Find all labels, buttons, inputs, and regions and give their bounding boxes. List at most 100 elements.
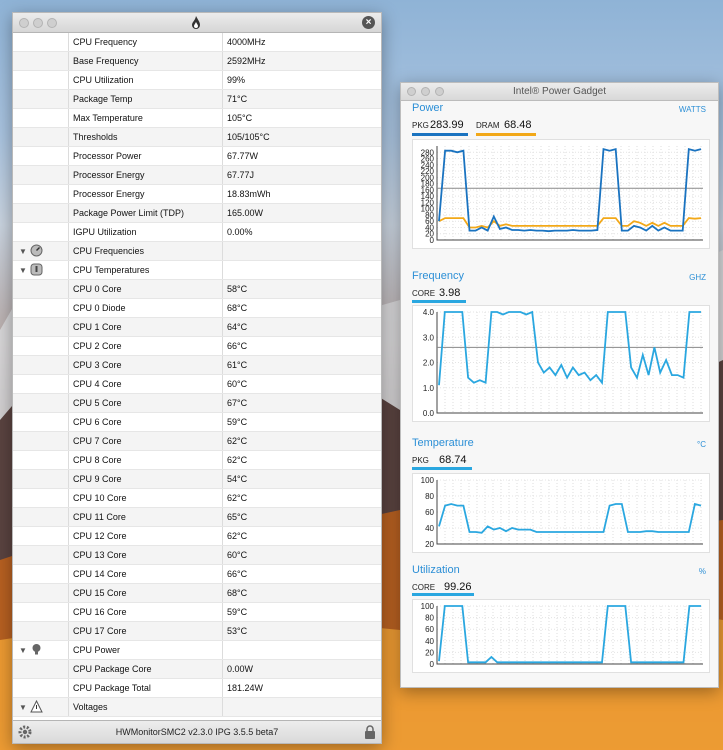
power-gadget-titlebar[interactable]: Intel® Power Gadget	[401, 83, 718, 101]
sensor-value: 68°C	[222, 584, 377, 602]
power-dram-label: DRAM	[476, 121, 500, 130]
sensor-name: Voltages	[73, 702, 108, 712]
utilization-chart: 100 80 60 40 20 0	[412, 599, 710, 673]
sensor-value: 59°C	[222, 603, 377, 621]
row-icon-cell	[13, 90, 69, 108]
row-icon-cell: ▼	[13, 261, 69, 279]
sensor-row[interactable]: IGPU Utilization 0.00%	[13, 223, 381, 242]
sensor-row[interactable]: Package Temp 71°C	[13, 90, 381, 109]
row-icon-cell	[13, 52, 69, 70]
sensor-value	[222, 641, 377, 659]
sensor-row[interactable]: CPU 0 Diode 68°C	[13, 299, 381, 318]
sensor-value	[222, 261, 377, 279]
sensor-row[interactable]: Processor Energy 18.83mWh	[13, 185, 381, 204]
sensor-row[interactable]: CPU 0 Core 58°C	[13, 280, 381, 299]
sensor-row[interactable]: Package Power Limit (TDP) 165.00W	[13, 204, 381, 223]
sensor-name: CPU 3 Core	[73, 360, 122, 370]
frequency-title: Frequency	[412, 270, 464, 282]
sensor-group-row[interactable]: ▼ CPU Temperatures	[13, 261, 381, 280]
sensor-group-row[interactable]: ▼ CPU Frequencies	[13, 242, 381, 261]
sensor-row[interactable]: CPU Utilization 99%	[13, 71, 381, 90]
temperature-underline	[412, 467, 472, 470]
disclosure-triangle-icon[interactable]: ▼	[19, 703, 27, 712]
warning-icon	[30, 699, 43, 713]
sensor-name: CPU Frequency	[73, 37, 138, 47]
sensor-row[interactable]: CPU Package Core 0.00W	[13, 660, 381, 679]
sensor-row[interactable]: CPU 14 Core 66°C	[13, 565, 381, 584]
y-tick-label: 0.0	[423, 409, 435, 418]
sensor-value: 2592MHz	[222, 52, 377, 70]
sensor-row[interactable]: CPU 3 Core 61°C	[13, 356, 381, 375]
temperature-unit: °C	[697, 440, 706, 449]
sensor-row[interactable]: CPU 6 Core 59°C	[13, 413, 381, 432]
row-icon-cell	[13, 451, 69, 469]
sensor-row[interactable]: CPU 5 Core 67°C	[13, 394, 381, 413]
zoom-traffic-light[interactable]	[47, 18, 57, 28]
sensor-value: 62°C	[222, 489, 377, 507]
sensor-name: Package Power Limit (TDP)	[73, 208, 185, 218]
close-icon[interactable]: ×	[362, 16, 375, 29]
sensor-row[interactable]: CPU 17 Core 53°C	[13, 622, 381, 641]
sensor-value: 59°C	[222, 413, 377, 431]
sensor-row[interactable]: Max Temperature 105°C	[13, 109, 381, 128]
disclosure-triangle-icon[interactable]: ▼	[19, 646, 27, 655]
sensor-row[interactable]: CPU 13 Core 60°C	[13, 546, 381, 565]
lock-icon[interactable]	[364, 725, 376, 739]
sensor-name: CPU 15 Core	[73, 588, 127, 598]
row-icon-cell	[13, 565, 69, 583]
utilization-core-value: 99.26	[444, 581, 472, 593]
sensor-row[interactable]: CPU 7 Core 62°C	[13, 432, 381, 451]
sensor-value: 62°C	[222, 451, 377, 469]
thermometer-icon	[30, 263, 43, 276]
power-title: Power	[412, 102, 444, 114]
sensor-row[interactable]: CPU 8 Core 62°C	[13, 451, 381, 470]
y-tick-label: 20	[425, 648, 434, 657]
utilization-underline	[412, 593, 474, 596]
disclosure-triangle-icon[interactable]: ▼	[19, 266, 27, 275]
sensor-row[interactable]: CPU 9 Core 54°C	[13, 470, 381, 489]
sensor-table: CPU Frequency 4000MHz Base Frequency 2592MH…	[13, 33, 381, 717]
sensor-row[interactable]: CPU 16 Core 59°C	[13, 603, 381, 622]
sensor-value: 18.83mWh	[222, 185, 377, 203]
sensor-row[interactable]: CPU 2 Core 66°C	[13, 337, 381, 356]
close-traffic-light[interactable]	[19, 18, 29, 28]
frequency-underline	[412, 300, 466, 303]
sensor-name: Package Temp	[73, 94, 133, 104]
sensor-name: CPU 12 Core	[73, 531, 127, 541]
sensor-value: 61°C	[222, 356, 377, 374]
y-tick-label: 0	[430, 660, 435, 669]
sensor-row[interactable]: CPU 10 Core 62°C	[13, 489, 381, 508]
dram-underline	[476, 133, 536, 136]
power-gadget-window: Intel® Power Gadget Power WATTS PKG 283.…	[400, 82, 719, 688]
sensor-row[interactable]: Processor Energy 67.77J	[13, 166, 381, 185]
sensor-value: 60°C	[222, 546, 377, 564]
row-icon-cell	[13, 375, 69, 393]
sensor-row[interactable]: CPU 12 Core 62°C	[13, 527, 381, 546]
sensor-value	[222, 698, 377, 716]
sensor-row[interactable]: Thresholds 105/105°C	[13, 128, 381, 147]
sensor-row[interactable]: CPU Frequency 4000MHz	[13, 33, 381, 52]
minimize-traffic-light[interactable]	[33, 18, 43, 28]
disclosure-triangle-icon[interactable]: ▼	[19, 247, 27, 256]
sensor-row[interactable]: CPU 1 Core 64°C	[13, 318, 381, 337]
sensor-name: CPU 14 Core	[73, 569, 127, 579]
sensor-value: 165.00W	[222, 204, 377, 222]
y-tick-label: 100	[421, 602, 435, 611]
utilization-unit: %	[698, 567, 706, 576]
sensor-group-row[interactable]: ▼ CPU Power	[13, 641, 381, 660]
sensor-row[interactable]: CPU 4 Core 60°C	[13, 375, 381, 394]
sensor-row[interactable]: CPU Package Total 181.24W	[13, 679, 381, 698]
sensor-row[interactable]: Processor Power 67.77W	[13, 147, 381, 166]
flame-icon	[192, 16, 200, 29]
sensor-row[interactable]: CPU 15 Core 68°C	[13, 584, 381, 603]
sensor-name: CPU Power	[73, 645, 121, 655]
power-unit: WATTS	[678, 105, 706, 114]
sensor-group-row[interactable]: ▼ Voltages	[13, 698, 381, 717]
sensor-name: CPU Frequencies	[73, 246, 145, 256]
hwmonitor-titlebar[interactable]: ×	[13, 13, 381, 33]
gauge-icon	[30, 244, 43, 257]
temperature-title: Temperature	[412, 437, 474, 449]
sensor-row[interactable]: Base Frequency 2592MHz	[13, 52, 381, 71]
sensor-name: Processor Energy	[73, 189, 145, 199]
sensor-row[interactable]: CPU 11 Core 65°C	[13, 508, 381, 527]
